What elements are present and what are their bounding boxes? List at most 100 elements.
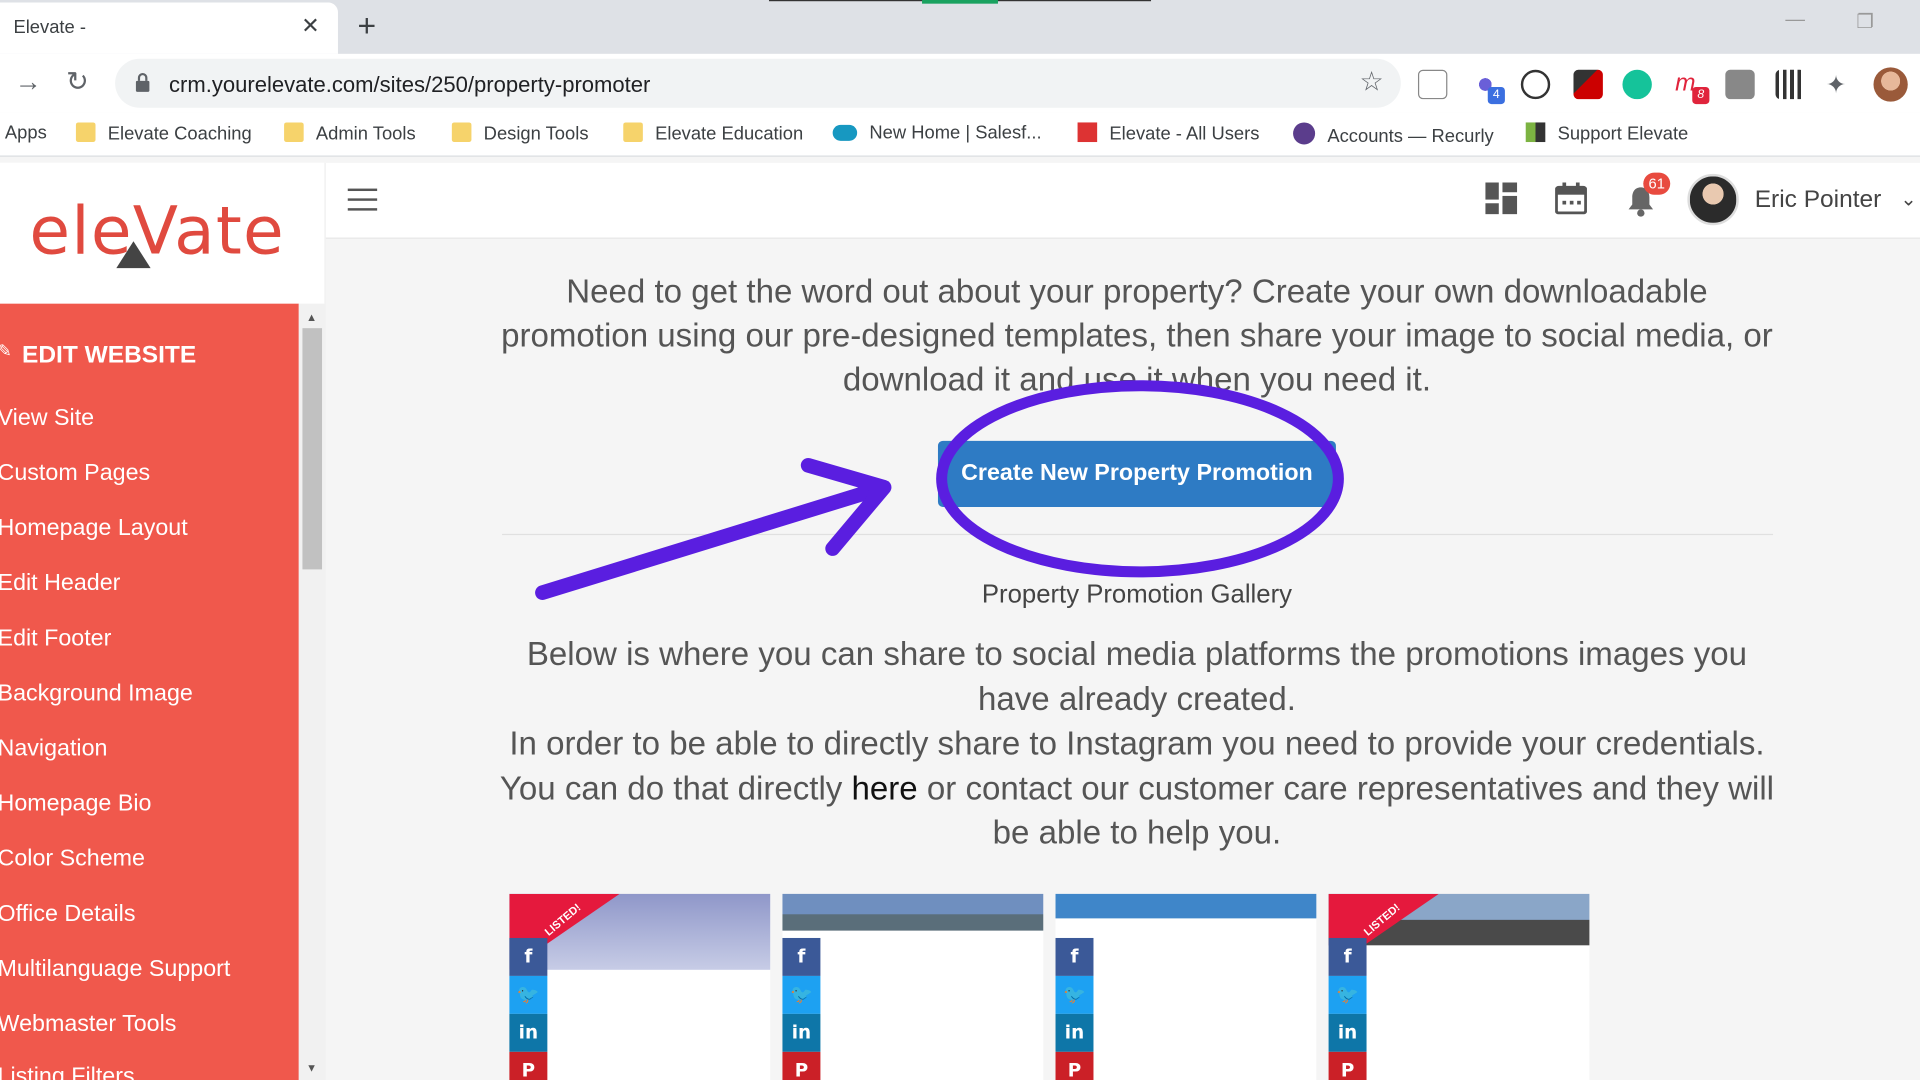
bookmark-label: New Home | Salesf... xyxy=(869,122,1042,144)
credentials-here-link[interactable]: here xyxy=(852,770,918,807)
pinterest-share-icon[interactable]: P xyxy=(1328,1051,1367,1080)
linkedin-share-icon[interactable]: in xyxy=(1328,1013,1367,1052)
pinterest-share-icon[interactable]: P xyxy=(1055,1051,1094,1080)
compass-extension-icon[interactable] xyxy=(1520,69,1551,100)
create-property-promotion-button[interactable]: Create New Property Promotion xyxy=(937,440,1336,507)
sidebar-item-edit-header[interactable]: Edit Header xyxy=(0,571,120,598)
sidebar-item-color-scheme[interactable]: Color Scheme xyxy=(0,846,145,873)
sidebar-item-custom-pages[interactable]: Custom Pages xyxy=(0,460,150,487)
puzzle-extensions-icon[interactable]: ✦ xyxy=(1826,70,1855,99)
sidebar-item-edit-footer[interactable]: Edit Footer xyxy=(0,626,111,653)
pinterest-share-icon[interactable]: P xyxy=(509,1051,548,1080)
sidebar-item-listing-filters[interactable]: Listing Filters xyxy=(0,1064,135,1080)
twitter-share-icon[interactable]: 🐦 xyxy=(782,975,821,1014)
facebook-share-icon[interactable]: f xyxy=(1055,937,1094,976)
hamburger-menu-icon[interactable] xyxy=(347,188,378,218)
facebook-share-icon[interactable]: f xyxy=(509,937,548,976)
folder-icon xyxy=(75,122,96,143)
clipboard-extension-icon[interactable] xyxy=(1417,69,1448,100)
bookmark-label: Admin Tools xyxy=(315,123,416,145)
bookmark-elevate-all-users[interactable]: Elevate - All Users xyxy=(1077,122,1259,144)
bookmark-support-elevate[interactable]: Support Elevate xyxy=(1525,122,1689,145)
asterisk-extension-icon[interactable]: 4 xyxy=(1470,69,1505,105)
facebook-share-icon[interactable]: f xyxy=(782,937,821,976)
extension-badge: 8 xyxy=(1692,86,1710,105)
sidebar-item-view-site[interactable]: View Site xyxy=(0,405,94,432)
promotion-image[interactable]: LISTED! xyxy=(509,893,771,970)
pinterest-share-icon[interactable]: P xyxy=(782,1051,821,1080)
browser-toolbar: → ↻ crm.yourelevate.com/sites/250/proper… xyxy=(0,53,1920,113)
bookmark-apps[interactable]: Apps xyxy=(5,122,47,143)
qr-code-icon[interactable] xyxy=(1775,69,1805,100)
folder-icon xyxy=(623,122,643,143)
bookmark-admin-tools[interactable]: Admin Tools xyxy=(284,122,416,144)
promotion-card[interactable]: LISTED! f 🐦 in P xyxy=(509,893,771,1080)
reload-icon[interactable]: ↻ xyxy=(66,66,89,98)
facebook-share-icon[interactable]: f xyxy=(1328,937,1367,976)
grammarly-icon[interactable] xyxy=(1622,69,1652,100)
promotion-image[interactable] xyxy=(782,893,1044,931)
promotion-image[interactable]: LISTED! xyxy=(1328,893,1590,946)
m-extension-icon[interactable]: m 8 xyxy=(1675,70,1710,105)
close-tab-icon[interactable]: ✕ xyxy=(301,13,319,39)
sidebar-scrollbar[interactable]: ▲ ▼ xyxy=(298,303,326,1080)
elevate-favicon-icon xyxy=(1077,122,1098,143)
linkedin-share-icon[interactable]: in xyxy=(1055,1013,1094,1052)
logo-area: eleVate xyxy=(0,162,326,304)
sidebar-item-office-details[interactable]: Office Details xyxy=(0,901,135,928)
new-tab-button[interactable]: + xyxy=(358,7,377,45)
calendar-icon[interactable] xyxy=(1555,182,1587,215)
tab-title: Elevate - xyxy=(13,17,86,38)
extension-badge: 4 xyxy=(1487,86,1505,105)
promotion-card[interactable]: f 🐦 in P xyxy=(782,893,1044,1080)
scroll-up-icon[interactable]: ▲ xyxy=(306,311,317,323)
scroll-thumb[interactable] xyxy=(302,328,323,570)
elevate-logo[interactable]: eleVate xyxy=(29,192,285,269)
forward-icon[interactable]: → xyxy=(15,66,42,98)
sidebar-item-multilanguage-support[interactable]: Multilanguage Support xyxy=(0,956,230,983)
sidebar-item-homepage-bio[interactable]: Homepage Bio xyxy=(0,791,151,818)
intro-text: Need to get the word out about your prop… xyxy=(501,273,1773,398)
twitter-share-icon[interactable]: 🐦 xyxy=(509,975,548,1014)
promotion-card[interactable]: LISTED! f 🐦 in P xyxy=(1328,893,1590,1080)
sidebar-item-background-image[interactable]: Background Image xyxy=(0,681,193,708)
promotion-image[interactable] xyxy=(1055,893,1317,919)
bookmark-elevate-education[interactable]: Elevate Education xyxy=(623,122,803,144)
promotion-card[interactable]: f 🐦 in P xyxy=(1055,893,1317,1080)
linkedin-share-icon[interactable]: in xyxy=(782,1013,821,1052)
bookmark-design-tools[interactable]: Design Tools xyxy=(451,122,589,145)
support-favicon-icon xyxy=(1525,122,1546,143)
avatar[interactable] xyxy=(1687,173,1739,226)
recurly-icon xyxy=(1293,122,1316,145)
user-name[interactable]: Eric Pointer xyxy=(1755,186,1882,214)
sidebar-item-homepage-layout[interactable]: Homepage Layout xyxy=(0,516,188,543)
gallery-text-1: Below is where you can share to social m… xyxy=(526,635,1748,717)
pencil-icon: ✎ xyxy=(0,340,12,361)
twitter-share-icon[interactable]: 🐦 xyxy=(1055,975,1094,1014)
dashboard-icon[interactable] xyxy=(1485,182,1518,215)
logo-triangle-icon xyxy=(116,241,151,269)
scroll-down-icon[interactable]: ▼ xyxy=(306,1062,317,1074)
restore-icon[interactable]: ❐ xyxy=(1856,10,1874,34)
chevron-down-icon[interactable]: ⌄ xyxy=(1900,187,1916,211)
eyedropper-extension-icon[interactable] xyxy=(1573,69,1603,100)
minimize-icon[interactable]: — xyxy=(1785,10,1805,32)
bookmark-label: Support Elevate xyxy=(1557,123,1689,145)
linkedin-share-icon[interactable]: in xyxy=(509,1013,548,1052)
twitter-share-icon[interactable]: 🐦 xyxy=(1328,975,1367,1014)
bookmark-elevate-coaching[interactable]: Elevate Coaching xyxy=(75,122,252,144)
bookmark-recurly[interactable]: Accounts — Recurly xyxy=(1293,122,1494,147)
profile-avatar-icon[interactable] xyxy=(1873,67,1908,102)
bookmark-salesforce[interactable]: New Home | Salesf... xyxy=(832,122,1042,144)
url-text: crm.yourelevate.com/sites/250/property-p… xyxy=(168,72,651,97)
sidebar-item-navigation[interactable]: Navigation xyxy=(0,736,107,763)
gallery-text-2b: or contact our customer care representat… xyxy=(917,769,1775,852)
browser-tab[interactable]: Elevate - ✕ xyxy=(0,2,338,54)
tb-extension-icon[interactable] xyxy=(1725,69,1755,100)
sidebar-item-webmaster-tools[interactable]: Webmaster Tools xyxy=(0,1011,176,1038)
divider xyxy=(502,533,1774,536)
address-bar[interactable]: crm.yourelevate.com/sites/250/property-p… xyxy=(115,58,1401,108)
main-content: Need to get the word out about your prop… xyxy=(325,240,1920,1080)
bookmark-star-icon[interactable]: ☆ xyxy=(1360,66,1384,98)
bookmark-label: Design Tools xyxy=(483,123,589,145)
